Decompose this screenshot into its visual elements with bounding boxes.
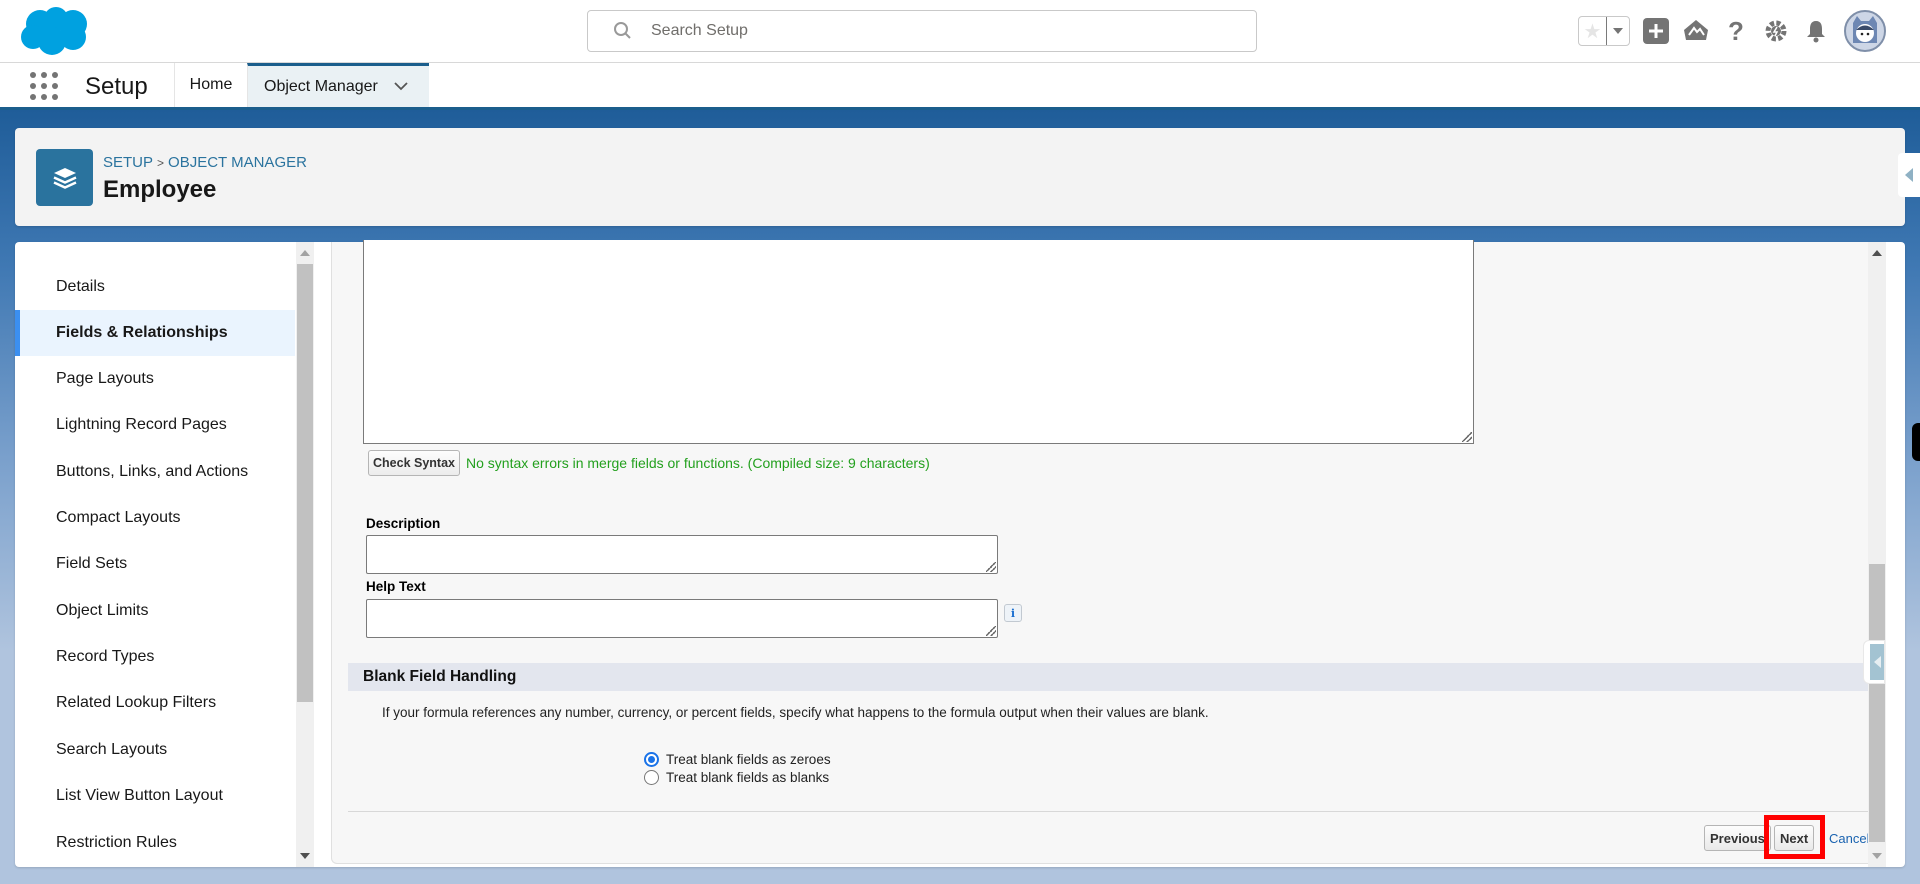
global-actions-plus-icon[interactable] <box>1642 17 1670 45</box>
tab-object-manager[interactable]: Object Manager <box>247 63 429 107</box>
side-panel-toggle[interactable] <box>1863 640 1885 684</box>
cancel-link[interactable]: Cancel <box>1829 831 1869 846</box>
next-button[interactable]: Next <box>1774 825 1815 851</box>
blank-field-handling-description: If your formula references any number, c… <box>382 705 1209 720</box>
description-label: Description <box>366 516 441 531</box>
resize-grip-icon[interactable] <box>1462 432 1472 442</box>
help-text-field[interactable] <box>366 599 998 638</box>
salesforce-logo[interactable] <box>18 6 92 56</box>
sidebar-item-label: Fields & Relationships <box>56 324 228 341</box>
footer-divider <box>348 811 1869 812</box>
sidebar-item-label: Object Limits <box>56 602 149 619</box>
favorites-group: ★ <box>1578 16 1630 46</box>
sidebar-item-label: Compact Layouts <box>56 509 181 526</box>
sidebar-item-label: Buttons, Links, and Actions <box>56 463 249 480</box>
trailhead-icon[interactable] <box>1682 17 1710 45</box>
sidebar-item-label: Details <box>56 278 105 295</box>
sidebar-item-label: Related Lookup Filters <box>56 694 217 711</box>
scroll-up-arrow-icon[interactable] <box>300 250 310 256</box>
page-title: Employee <box>103 176 217 203</box>
object-page-header: SETUP > OBJECT MANAGER Employee <box>15 128 1905 226</box>
content-scrollbar-thumb[interactable] <box>1869 564 1885 842</box>
scroll-down-arrow-icon[interactable] <box>300 853 310 859</box>
sidebar-item-label: Restriction Rules <box>56 834 177 851</box>
scroll-up-arrow-icon[interactable] <box>1872 250 1882 256</box>
sidebar-item-restriction-rules[interactable]: Restriction Rules <box>15 820 295 866</box>
radio-button-checked[interactable] <box>644 752 659 767</box>
sidebar-item-list-view-button-layout[interactable]: List View Button Layout <box>15 773 295 819</box>
sidebar-item-buttons-links-actions[interactable]: Buttons, Links, and Actions <box>15 449 295 495</box>
sidebar-item-label: List View Button Layout <box>56 787 223 804</box>
layers-icon <box>36 149 93 206</box>
tab-home[interactable]: Home <box>174 63 247 107</box>
sidebar-item-related-lookup-filters[interactable]: Related Lookup Filters <box>15 680 295 726</box>
blank-field-handling-header: Blank Field Handling <box>348 663 1869 691</box>
sidebar-item-label: Search Layouts <box>56 741 168 758</box>
sidebar-item-field-sets[interactable]: Field Sets <box>15 541 295 587</box>
breadcrumb-setup[interactable]: SETUP <box>103 154 153 171</box>
sidebar-item-label: Page Layouts <box>56 370 154 387</box>
sidebar-item-page-layouts[interactable]: Page Layouts <box>15 356 295 402</box>
breadcrumb: SETUP > OBJECT MANAGER <box>103 154 307 171</box>
radio-button-unchecked[interactable] <box>644 770 659 785</box>
sidebar-item-search-layouts[interactable]: Search Layouts <box>15 727 295 773</box>
formula-field-form: Check Syntax No syntax errors in merge f… <box>331 240 1869 864</box>
favorites-star-icon[interactable]: ★ <box>1579 17 1607 45</box>
favorites-dropdown-icon[interactable] <box>1607 17 1629 45</box>
radio-label: Treat blank fields as zeroes <box>666 752 831 767</box>
resize-grip-icon[interactable] <box>986 626 996 636</box>
app-navigation-bar: Setup Home Object Manager <box>0 63 1920 110</box>
app-name: Setup <box>85 73 148 100</box>
setup-gear-icon[interactable] <box>1762 17 1790 45</box>
sidebar-item-compact-layouts[interactable]: Compact Layouts <box>15 495 295 541</box>
sidebar-item-label: Record Types <box>56 648 155 665</box>
breadcrumb-separator: > <box>157 156 165 170</box>
scroll-down-arrow-icon[interactable] <box>1872 853 1882 859</box>
search-icon <box>614 22 631 39</box>
check-syntax-button[interactable]: Check Syntax <box>368 450 460 476</box>
previous-button[interactable]: Previous <box>1704 825 1771 851</box>
chevron-down-icon[interactable] <box>394 82 408 91</box>
radio-label: Treat blank fields as blanks <box>666 770 830 785</box>
description-field[interactable] <box>366 535 998 574</box>
sidebar-item-lightning-record-pages[interactable]: Lightning Record Pages <box>15 402 295 448</box>
resize-grip-icon[interactable] <box>986 562 996 572</box>
header-tools: ★ ? <box>1578 10 1886 52</box>
global-header: ★ ? <box>0 0 1920 63</box>
search-setup-field[interactable] <box>587 10 1257 52</box>
radio-treat-blank-as-blanks[interactable]: Treat blank fields as blanks <box>644 770 829 785</box>
sidebar-scrollbar[interactable] <box>296 242 314 867</box>
object-sidebar-nav: Details Fields & Relationships Page Layo… <box>15 242 295 867</box>
sidebar-item-label: Lightning Record Pages <box>56 416 227 433</box>
help-text-label: Help Text <box>366 579 426 594</box>
notifications-bell-icon[interactable] <box>1802 17 1830 45</box>
tab-object-manager-label: Object Manager <box>264 77 378 95</box>
syntax-status-message: No syntax errors in merge fields or func… <box>466 455 930 471</box>
sidebar-item-record-types[interactable]: Record Types <box>15 634 295 680</box>
main-card: Details Fields & Relationships Page Layo… <box>15 240 1905 867</box>
user-avatar[interactable] <box>1844 10 1886 52</box>
tab-home-label: Home <box>189 76 233 93</box>
edge-handle[interactable] <box>1912 423 1920 461</box>
radio-treat-blank-as-zeroes[interactable]: Treat blank fields as zeroes <box>644 752 831 767</box>
info-icon[interactable]: i <box>1004 604 1022 622</box>
breadcrumb-object-manager[interactable]: OBJECT MANAGER <box>168 154 307 171</box>
formula-editor-textarea[interactable] <box>363 240 1474 444</box>
sidebar-item-fields-relationships[interactable]: Fields & Relationships <box>15 310 295 356</box>
sidebar-item-label: Field Sets <box>56 555 128 572</box>
help-icon[interactable]: ? <box>1722 16 1750 46</box>
content-scrollbar[interactable] <box>1868 242 1886 867</box>
app-launcher-icon[interactable] <box>30 72 58 100</box>
collapse-panel-toggle[interactable] <box>1898 153 1920 197</box>
sidebar-scrollbar-thumb[interactable] <box>297 264 313 702</box>
search-input[interactable] <box>651 22 1211 40</box>
sidebar-item-details[interactable]: Details <box>15 264 295 310</box>
sidebar-item-object-limits[interactable]: Object Limits <box>15 588 295 634</box>
